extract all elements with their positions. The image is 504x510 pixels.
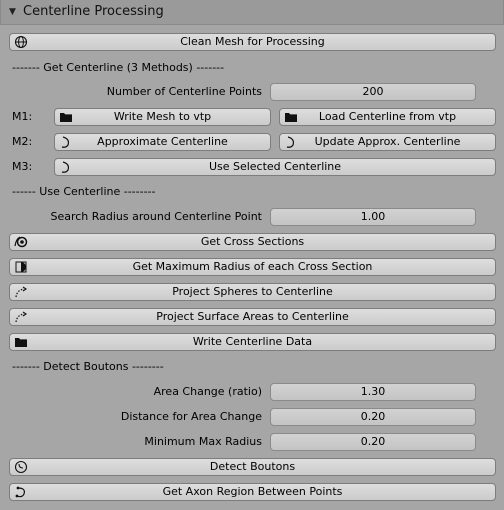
- write-mesh-label: Write Mesh to vtp: [113, 110, 212, 123]
- folder-icon: [15, 338, 27, 347]
- dotted-arrow-icon: [15, 311, 27, 323]
- project-spheres-button[interactable]: Project Spheres to Centerline: [9, 283, 496, 301]
- panel-header[interactable]: ▼ Centerline Processing: [0, 0, 504, 25]
- bouton-circle-icon: [14, 460, 28, 474]
- distance-area-change-label: Distance for Area Change: [120, 410, 262, 423]
- dotted-arrow-icon: [15, 286, 27, 298]
- search-radius-label: Search Radius around Centerline Point: [50, 210, 262, 223]
- area-change-field[interactable]: 1.30: [270, 383, 476, 401]
- write-centerline-data-label: Write Centerline Data: [192, 335, 313, 348]
- search-radius-field[interactable]: 1.00: [270, 208, 476, 226]
- project-spheres-label: Project Spheres to Centerline: [172, 285, 333, 298]
- use-centerline-section-label: ------ Use Centerline --------: [12, 185, 156, 198]
- approximate-centerline-label: Approximate Centerline: [97, 135, 228, 148]
- folder-icon: [60, 113, 72, 122]
- get-max-radius-label: Get Maximum Radius of each Cross Section: [132, 260, 373, 273]
- m3-label: M3:: [12, 160, 33, 173]
- project-surface-areas-button[interactable]: Project Surface Areas to Centerline: [9, 308, 496, 326]
- use-selected-centerline-label: Use Selected Centerline: [208, 160, 342, 173]
- write-mesh-button[interactable]: Write Mesh to vtp: [54, 108, 271, 126]
- distance-area-change-field[interactable]: 0.20: [270, 408, 476, 426]
- min-max-radius-label: Minimum Max Radius: [144, 435, 262, 448]
- num-points-label: Number of Centerline Points: [106, 85, 262, 98]
- min-max-radius-field[interactable]: 0.20: [270, 433, 476, 451]
- curve-icon: [286, 136, 295, 148]
- get-cross-sections-label: Get Cross Sections: [200, 235, 305, 248]
- get-centerline-section-label: ------- Get Centerline (3 Methods) -----…: [12, 61, 225, 74]
- use-selected-centerline-button[interactable]: Use Selected Centerline: [54, 158, 496, 176]
- update-approx-centerline-button[interactable]: Update Approx. Centerline: [279, 133, 496, 151]
- load-centerline-button[interactable]: Load Centerline from vtp: [279, 108, 496, 126]
- get-axon-region-button[interactable]: Get Axon Region Between Points: [9, 483, 496, 501]
- axon-curve-icon: [15, 486, 25, 498]
- get-cross-sections-button[interactable]: Get Cross Sections: [9, 233, 496, 251]
- centerline-processing-panel: ▼ Centerline Processing Clean Mesh for P…: [0, 0, 504, 510]
- clean-mesh-button[interactable]: Clean Mesh for Processing: [9, 33, 496, 51]
- panel-title: Centerline Processing: [23, 4, 164, 19]
- detect-boutons-section-label: ------- Detect Boutons --------: [12, 360, 164, 373]
- max-radius-icon: [15, 261, 27, 273]
- m2-label: M2:: [12, 135, 33, 148]
- project-surface-areas-label: Project Surface Areas to Centerline: [156, 310, 349, 323]
- collapse-triangle-icon[interactable]: ▼: [9, 7, 16, 17]
- detect-boutons-button[interactable]: Detect Boutons: [9, 458, 496, 476]
- clean-mesh-label: Clean Mesh for Processing: [180, 35, 325, 48]
- update-approx-centerline-label: Update Approx. Centerline: [314, 135, 461, 148]
- get-axon-region-label: Get Axon Region Between Points: [162, 485, 343, 498]
- curve-icon: [61, 136, 70, 148]
- get-max-radius-button[interactable]: Get Maximum Radius of each Cross Section: [9, 258, 496, 276]
- cross-section-icon: [14, 236, 28, 248]
- folder-icon: [285, 113, 297, 122]
- num-points-field[interactable]: 200: [270, 83, 476, 101]
- write-centerline-data-button[interactable]: Write Centerline Data: [9, 333, 496, 351]
- detect-boutons-label: Detect Boutons: [209, 460, 296, 473]
- m1-label: M1:: [12, 110, 33, 123]
- globe-icon: [14, 35, 28, 49]
- load-centerline-label: Load Centerline from vtp: [318, 110, 457, 123]
- approximate-centerline-button[interactable]: Approximate Centerline: [54, 133, 271, 151]
- curve-icon: [61, 161, 70, 173]
- area-change-label: Area Change (ratio): [153, 385, 262, 398]
